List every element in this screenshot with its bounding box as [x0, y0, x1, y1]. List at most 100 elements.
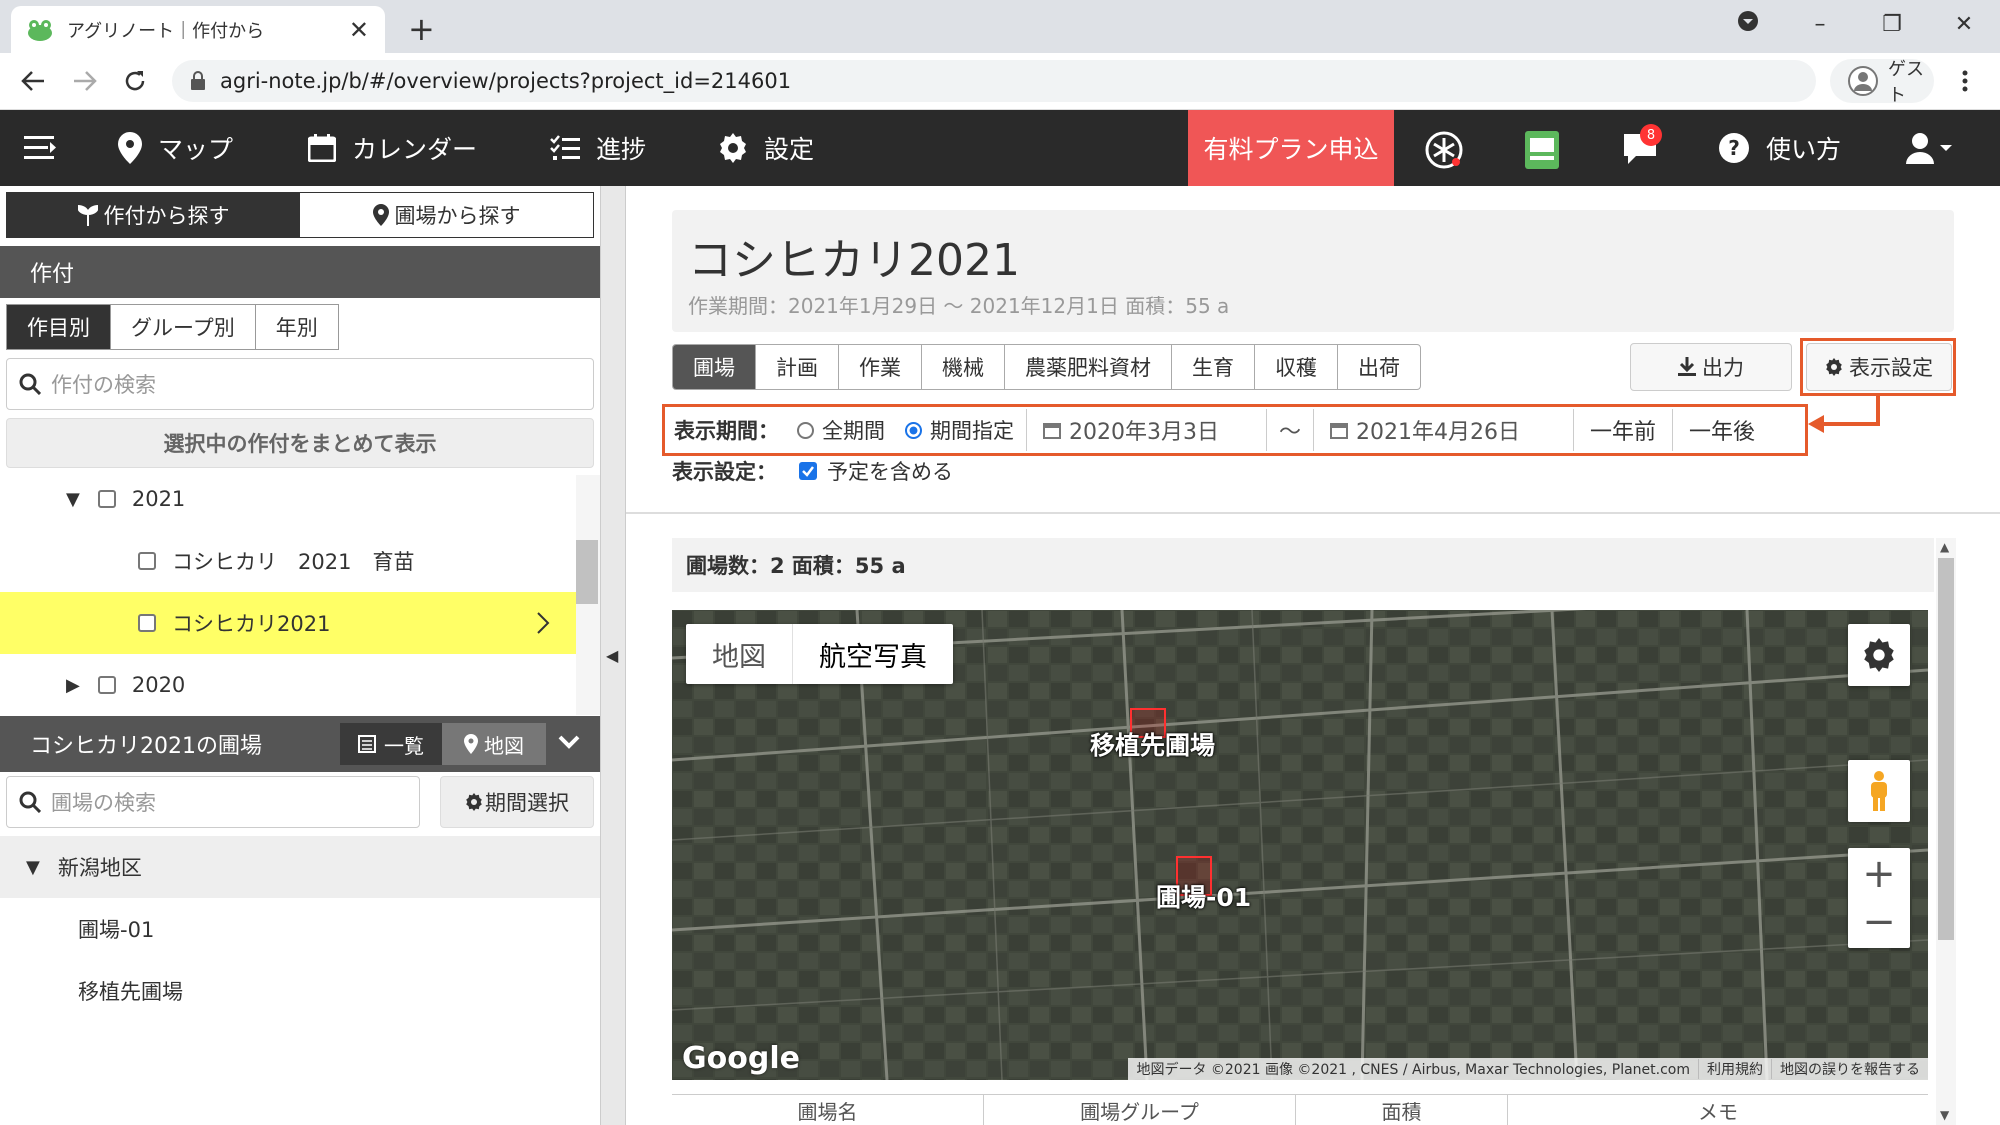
checkbox[interactable] — [97, 490, 116, 508]
checkbox[interactable] — [138, 614, 156, 632]
nav-progress[interactable]: 進捗 — [550, 110, 646, 186]
field-list-item[interactable]: 移植先圃場 — [0, 960, 576, 1022]
area-group-niigata[interactable]: ▼ 新潟地区 — [0, 836, 600, 898]
zoom-in-button[interactable]: + — [1862, 850, 1896, 898]
tab-shipping[interactable]: 出荷 — [1338, 345, 1420, 389]
map-type-aerial[interactable]: 航空写真 — [793, 624, 953, 684]
profile-name: ゲスト — [1888, 59, 1924, 106]
map-type-map[interactable]: 地図 — [686, 624, 793, 684]
chevron-down-icon[interactable] — [558, 734, 580, 750]
expand-icon[interactable]: ▶ — [66, 675, 80, 696]
browser-tab[interactable]: アグリノート｜作付から ✕ — [11, 6, 385, 53]
profile-button[interactable]: ゲスト — [1830, 59, 1934, 106]
period-select-button[interactable]: 期間選択 — [440, 776, 594, 828]
page-title: コシヒカリ2021 — [688, 235, 1020, 286]
frog-favicon-icon — [27, 19, 53, 41]
sprout-icon — [77, 204, 98, 226]
col-area[interactable]: 面積 — [1296, 1095, 1508, 1125]
agri-book-icon[interactable] — [1524, 130, 1560, 170]
scroll-down-icon[interactable]: ▼ — [1940, 1108, 1949, 1122]
field-label: 移植先圃場 — [1090, 731, 1216, 760]
new-tab-icon[interactable]: + — [408, 10, 435, 48]
tab-by-group[interactable]: グループ別 — [111, 305, 256, 349]
view-map-button[interactable]: 地図 — [442, 723, 546, 765]
tab-harvest[interactable]: 収穫 — [1255, 345, 1338, 389]
view-list-button[interactable]: 一覧 — [340, 723, 442, 765]
tab-work[interactable]: 作業 — [839, 345, 922, 389]
tab-growth[interactable]: 生育 — [1172, 345, 1255, 389]
crop-search-input[interactable]: 作付の検索 — [6, 358, 594, 410]
tab-fields[interactable]: 圃場 — [673, 345, 756, 389]
date-from-input[interactable]: 2020年3月3日 — [1026, 409, 1266, 451]
left-panel: 作付から探す 圃場から探す 作付 作目別 グループ別 年別 作付の検索 選択中の… — [0, 186, 600, 1125]
street-view-button[interactable] — [1848, 760, 1910, 822]
close-window-icon[interactable]: ✕ — [1928, 12, 2000, 37]
calendar-icon — [1330, 421, 1349, 439]
menu-toggle-icon[interactable] — [24, 134, 58, 162]
window-controls: – ❐ ✕ — [1712, 0, 2000, 48]
browser-menu-icon[interactable] — [1962, 69, 1968, 93]
col-field-name[interactable]: 圃場名 — [672, 1095, 984, 1125]
restore-icon[interactable]: ❐ — [1856, 12, 1928, 37]
tab-materials[interactable]: 農薬肥料資材 — [1005, 345, 1172, 389]
year-after-button[interactable]: 一年後 — [1672, 409, 1771, 451]
url-text: agri-note.jp/b/#/overview/projects?proje… — [220, 69, 792, 93]
report-error-link[interactable]: 地図の誤りを報告する — [1771, 1059, 1928, 1079]
address-bar[interactable]: agri-note.jp/b/#/overview/projects?proje… — [172, 60, 1816, 102]
tab-close-icon[interactable]: ✕ — [349, 16, 369, 44]
field-list-item[interactable]: 圃場-01 — [0, 898, 576, 960]
col-field-group[interactable]: 圃場グループ — [984, 1095, 1296, 1125]
panel-collapse-handle[interactable]: ◀ — [600, 186, 626, 1125]
collapse-icon[interactable]: ▼ — [26, 857, 40, 878]
tree-item-2020[interactable]: ▶ 2020 — [0, 654, 576, 716]
export-button[interactable]: 出力 — [1630, 343, 1792, 391]
help-icon: ? — [1718, 132, 1750, 164]
checkbox[interactable] — [97, 676, 116, 694]
col-memo[interactable]: メモ — [1508, 1095, 1928, 1125]
back-icon[interactable] — [20, 69, 46, 93]
period-label: 表示期間： — [674, 419, 779, 443]
display-label: 表示設定： — [672, 460, 777, 484]
expand-icon[interactable]: ▼ — [66, 489, 80, 510]
field-search-input[interactable]: 圃場の検索 — [6, 776, 420, 828]
checkbox[interactable] — [138, 552, 156, 570]
date-to-input[interactable]: 2021年4月26日 — [1313, 409, 1559, 451]
map-pin-icon — [464, 734, 478, 754]
tree-item-seedling[interactable]: コシヒカリ 2021 育苗 — [0, 530, 576, 592]
tree-item-2021[interactable]: ▼ 2021 — [0, 468, 576, 530]
user-menu-icon[interactable] — [1906, 132, 1956, 164]
specify-period-radio[interactable] — [905, 421, 922, 439]
terms-link[interactable]: 利用規約 — [1698, 1059, 1771, 1079]
avatar-icon — [1848, 66, 1878, 96]
all-period-radio[interactable] — [797, 421, 814, 439]
show-selected-button[interactable]: 選択中の作付をまとめて表示 — [6, 418, 594, 468]
tab-by-year[interactable]: 年別 — [256, 305, 338, 349]
forward-icon[interactable] — [72, 69, 98, 93]
nav-help[interactable]: ? 使い方 — [1718, 110, 1841, 186]
rice-logo-icon[interactable] — [1424, 130, 1464, 170]
collapse-left-icon[interactable]: ◀ — [606, 646, 618, 665]
scroll-up-icon[interactable]: ▲ — [1940, 540, 1949, 554]
map-view[interactable]: 移植先圃場 圃場-01 地図 航空写真 + − Google 地図データ ©20… — [672, 610, 1928, 1080]
nav-map[interactable]: マップ — [118, 110, 233, 186]
tab-machine[interactable]: 機械 — [922, 345, 1005, 389]
year-before-button[interactable]: 一年前 — [1573, 409, 1672, 451]
tab-by-crop[interactable]: 作目別 — [7, 305, 111, 349]
tree-item-selected-crop[interactable]: コシヒカリ2021 — [0, 592, 576, 654]
zoom-out-button[interactable]: − — [1862, 898, 1896, 946]
include-plan-checkbox[interactable] — [799, 462, 817, 480]
search-by-field-button[interactable]: 圃場から探す — [300, 193, 593, 237]
reload-icon[interactable] — [122, 68, 148, 94]
minimize-icon[interactable]: – — [1784, 12, 1856, 37]
profile-menu-icon[interactable] — [1712, 10, 1784, 38]
search-by-crop-button[interactable]: 作付から探す — [7, 193, 300, 237]
nav-calendar[interactable]: カレンダー — [308, 110, 477, 186]
nav-settings[interactable]: 設定 — [718, 110, 814, 186]
paid-plan-button[interactable]: 有料プラン申込 — [1188, 110, 1394, 186]
search-icon — [19, 791, 41, 813]
left-scrollbar-thumb[interactable] — [576, 540, 598, 604]
map-settings-button[interactable] — [1848, 624, 1910, 686]
main-scrollbar[interactable]: ▲ ▼ — [1936, 538, 1956, 1125]
main-scrollbar-thumb[interactable] — [1938, 558, 1954, 940]
tab-plan[interactable]: 計画 — [756, 345, 839, 389]
